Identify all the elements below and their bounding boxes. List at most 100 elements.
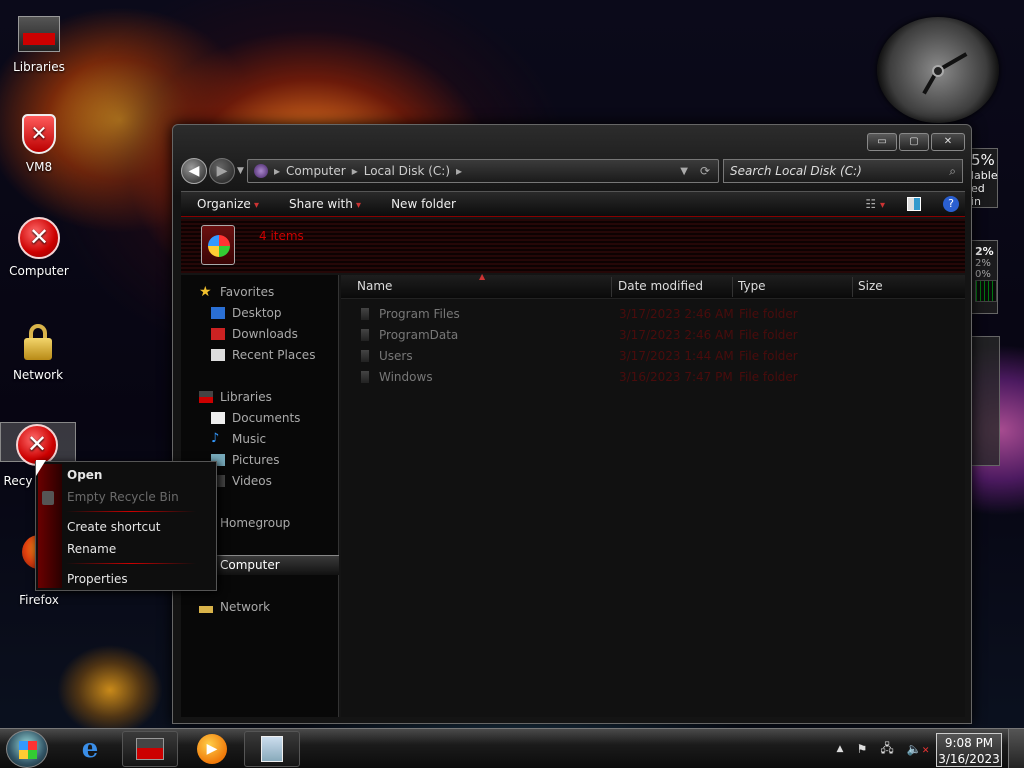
- taskbar-ie[interactable]: e: [62, 731, 118, 767]
- folder-icon: [361, 371, 369, 383]
- menu-item-properties[interactable]: Properties: [67, 572, 128, 586]
- cpu-core2: 0%: [975, 269, 991, 280]
- desktop-icon-network[interactable]: Network: [0, 320, 76, 382]
- desktop-icon-libraries[interactable]: Libraries: [1, 12, 77, 74]
- file-name: ProgramData: [379, 328, 459, 342]
- nav-network[interactable]: Network: [199, 600, 270, 614]
- column-type[interactable]: Type: [738, 279, 766, 293]
- lock-icon: [24, 324, 52, 360]
- search-input[interactable]: Search Local Disk (C:) ⌕: [723, 159, 963, 183]
- maximize-button[interactable]: ▢: [899, 133, 929, 151]
- nav-downloads[interactable]: Downloads: [211, 327, 298, 341]
- desktop-icon-recycle-bin[interactable]: ✕: [0, 422, 76, 466]
- taskbar-explorer[interactable]: [122, 731, 178, 767]
- nav-recent-places[interactable]: Recent Places: [211, 348, 315, 362]
- desktop-icon-label: Libraries: [13, 60, 65, 74]
- new-folder-button[interactable]: New folder: [391, 197, 456, 211]
- clock-gadget[interactable]: [877, 17, 999, 123]
- command-bar: Organize Share with New folder ☷ ▾ ?: [181, 191, 965, 217]
- folder-icon: [361, 350, 369, 362]
- details-bar: 4 items: [181, 219, 965, 273]
- menu-item-open[interactable]: Open: [67, 468, 102, 482]
- music-icon: ♪: [211, 431, 220, 446]
- show-desktop-button[interactable]: [1008, 729, 1024, 768]
- desktop-icon-label: Network: [12, 368, 64, 382]
- shield-icon: ✕: [22, 114, 56, 154]
- lock-icon: [199, 601, 213, 613]
- file-name: Windows: [379, 370, 433, 384]
- file-row[interactable]: ProgramData 3/17/2023 2:46 AM File folde…: [355, 326, 815, 346]
- file-date: 3/17/2023 2:46 AM: [619, 328, 734, 342]
- nav-videos[interactable]: Videos: [211, 474, 272, 488]
- preview-pane-icon[interactable]: [907, 197, 921, 211]
- close-button[interactable]: ✕: [931, 133, 965, 151]
- taskbar-notepad[interactable]: [244, 731, 300, 767]
- recent-places-icon: [211, 349, 225, 361]
- nav-desktop[interactable]: Desktop: [211, 306, 282, 320]
- item-count: 4 items: [259, 229, 304, 243]
- clock-date: 3/16/2023: [938, 752, 1000, 766]
- recent-pages-dropdown-icon[interactable]: ▼: [237, 166, 244, 176]
- system-clock[interactable]: 9:08 PM 3/16/2023: [936, 733, 1002, 767]
- media-gadget[interactable]: [970, 336, 1000, 466]
- mouse-cursor: [36, 460, 46, 476]
- taskbar-media-player[interactable]: ▶: [184, 731, 240, 767]
- help-icon[interactable]: ?: [943, 196, 959, 212]
- file-list[interactable]: Name ▲ Date modified Type Size Program F…: [341, 272, 965, 717]
- disk-line2: ed in: [971, 182, 985, 208]
- libraries-icon: [136, 738, 164, 760]
- folder-icon: [361, 329, 369, 341]
- desktop-icon-vm8[interactable]: ✕ VM8: [1, 112, 77, 174]
- action-center-flag-icon[interactable]: ⚑: [857, 742, 868, 756]
- menu-item-rename[interactable]: Rename: [67, 542, 116, 556]
- cpu-core1: 2%: [975, 258, 991, 269]
- desktop-icon-label: VM8: [25, 160, 53, 174]
- address-bar[interactable]: ▸ Computer ▸ Local Disk (C:) ▸ ▼ ⟳: [247, 159, 719, 183]
- column-name[interactable]: Name: [357, 279, 392, 293]
- explorer-window[interactable]: ▭ ▢ ✕ ◀ ▶ ▼ ▸ Computer ▸ Local Disk (C:)…: [172, 124, 972, 724]
- view-options-icon[interactable]: ☷ ▾: [865, 197, 885, 211]
- nav-favorites[interactable]: ★ Favorites: [199, 285, 274, 299]
- breadcrumb-local-disk[interactable]: Local Disk (C:): [364, 164, 450, 178]
- file-type: File folder: [739, 307, 798, 321]
- file-type: File folder: [739, 349, 798, 363]
- disk-gadget[interactable]: 5% lable ed in: [968, 148, 998, 208]
- nav-libraries[interactable]: Libraries: [199, 390, 272, 404]
- search-icon[interactable]: ⌕: [949, 164, 956, 179]
- breadcrumb-computer[interactable]: Computer: [286, 164, 346, 178]
- show-hidden-icons-button[interactable]: ▲: [837, 744, 844, 754]
- nav-music[interactable]: ♪ Music: [211, 432, 266, 446]
- menu-item-create-shortcut[interactable]: Create shortcut: [67, 520, 160, 534]
- file-name: Program Files: [379, 307, 460, 321]
- taskbar: e ▶ ▲ ⚑ 🖧 🔈✕ 9:08 PM 3/16/2023: [0, 728, 1024, 768]
- column-date-modified[interactable]: Date modified: [618, 279, 703, 293]
- nav-documents[interactable]: Documents: [211, 411, 300, 425]
- file-row[interactable]: Program Files 3/17/2023 2:46 AM File fol…: [355, 305, 815, 325]
- share-with-button[interactable]: Share with: [289, 197, 361, 211]
- minimize-button[interactable]: ▭: [867, 133, 897, 151]
- file-type: File folder: [739, 370, 798, 384]
- disk-line1: lable: [971, 169, 998, 182]
- back-button[interactable]: ◀: [181, 158, 207, 184]
- menu-item-empty-recycle-bin[interactable]: Empty Recycle Bin: [67, 490, 179, 504]
- volume-muted-icon[interactable]: 🔈✕: [907, 742, 930, 756]
- file-row[interactable]: Users 3/17/2023 1:44 AM File folder: [355, 347, 815, 367]
- desktop-icon-label: Computer: [9, 264, 69, 278]
- nav-pictures[interactable]: Pictures: [211, 453, 280, 467]
- address-dropdown-icon[interactable]: ▼: [680, 166, 688, 177]
- start-button[interactable]: [6, 730, 48, 768]
- notification-area: ▲ ⚑ 🖧 🔈✕: [830, 731, 936, 767]
- desktop-icon-computer[interactable]: ✕ Computer: [1, 216, 77, 278]
- sort-arrow-icon: ▲: [479, 272, 486, 281]
- cpu-gadget[interactable]: 2% 2% 0%: [968, 240, 998, 314]
- network-icon[interactable]: 🖧: [880, 739, 893, 760]
- forward-button[interactable]: ▶: [209, 158, 235, 184]
- column-size[interactable]: Size: [858, 279, 883, 293]
- cpu-graph: [975, 280, 997, 302]
- refresh-icon[interactable]: ⟳: [700, 164, 710, 178]
- organize-button[interactable]: Organize: [197, 197, 259, 211]
- desktop-icon: [211, 307, 225, 319]
- download-icon: [211, 328, 225, 340]
- file-row[interactable]: Windows 3/16/2023 7:47 PM File folder: [355, 368, 815, 388]
- file-date: 3/17/2023 2:46 AM: [619, 307, 734, 321]
